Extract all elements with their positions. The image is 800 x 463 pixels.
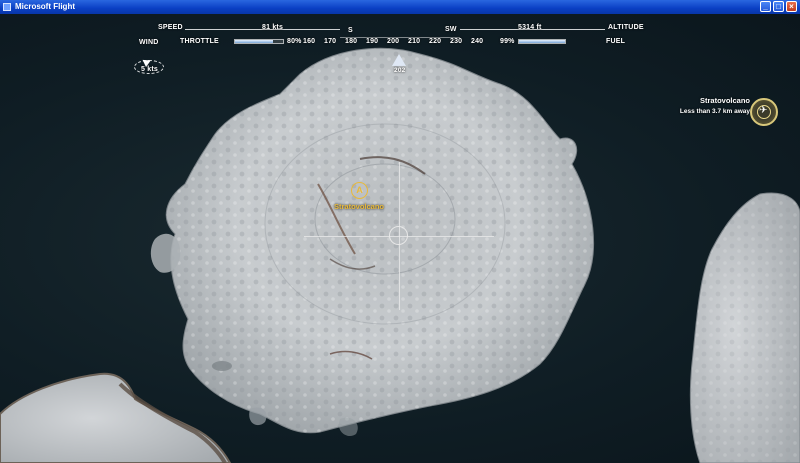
fuel-label: FUEL bbox=[606, 38, 626, 45]
throttle-value: 80% bbox=[287, 38, 302, 45]
fuel-fill bbox=[519, 40, 565, 43]
speed-label: SPEED bbox=[158, 24, 183, 31]
compass-tick: 200 bbox=[387, 38, 400, 45]
aircraft-icon bbox=[392, 54, 406, 66]
crosshair-reticle bbox=[389, 226, 408, 245]
compass-tick: 220 bbox=[429, 38, 442, 45]
wind-speed: 5 kts bbox=[141, 66, 158, 73]
minimize-button[interactable]: _ bbox=[760, 1, 771, 12]
destination-plane-icon: ✈ bbox=[759, 105, 768, 116]
compass-tick: 190 bbox=[366, 38, 379, 45]
compass-tick: 210 bbox=[408, 38, 421, 45]
compass-tick: 180 bbox=[345, 38, 358, 45]
island-bottom-left bbox=[0, 372, 232, 463]
window-title: Microsoft Flight bbox=[15, 2, 75, 11]
throttle-label: THROTTLE bbox=[180, 38, 219, 45]
landmark-marker-letter: A bbox=[356, 185, 363, 195]
compass-tick: 170 bbox=[324, 38, 337, 45]
fuel-bar bbox=[518, 39, 566, 44]
window-titlebar: Microsoft Flight _ □ × bbox=[0, 0, 800, 14]
destination-name: Stratovolcano bbox=[699, 96, 750, 105]
game-viewport[interactable]: SPEED 81 kts S SW 5314 ft ALTITUDE WIND … bbox=[0, 14, 800, 463]
compass-tick: 230 bbox=[450, 38, 463, 45]
hud-compass-line bbox=[340, 37, 460, 38]
landmark-label: Stratovolcano bbox=[334, 202, 385, 211]
maximize-button[interactable]: □ bbox=[773, 1, 784, 12]
altitude-label: ALTITUDE bbox=[608, 24, 644, 31]
destination-distance: Less than 3.7 km away bbox=[679, 108, 750, 115]
wind-label: WIND bbox=[139, 39, 159, 46]
throttle-fill bbox=[235, 40, 274, 43]
landmark-marker[interactable]: A bbox=[351, 182, 368, 199]
speed-value: 81 kts bbox=[262, 24, 284, 31]
fuel-value: 99% bbox=[500, 38, 515, 45]
throttle-bar bbox=[234, 39, 284, 44]
app-icon bbox=[3, 3, 11, 11]
heading-letter-s: S bbox=[348, 27, 353, 34]
heading-value: 202 bbox=[394, 67, 406, 74]
compass-tick: 240 bbox=[471, 38, 484, 45]
close-button[interactable]: × bbox=[786, 1, 797, 12]
compass-tick: 160 bbox=[303, 38, 316, 45]
heading-letter-sw: SW bbox=[445, 26, 457, 33]
altitude-value: 5314 ft bbox=[518, 24, 542, 31]
